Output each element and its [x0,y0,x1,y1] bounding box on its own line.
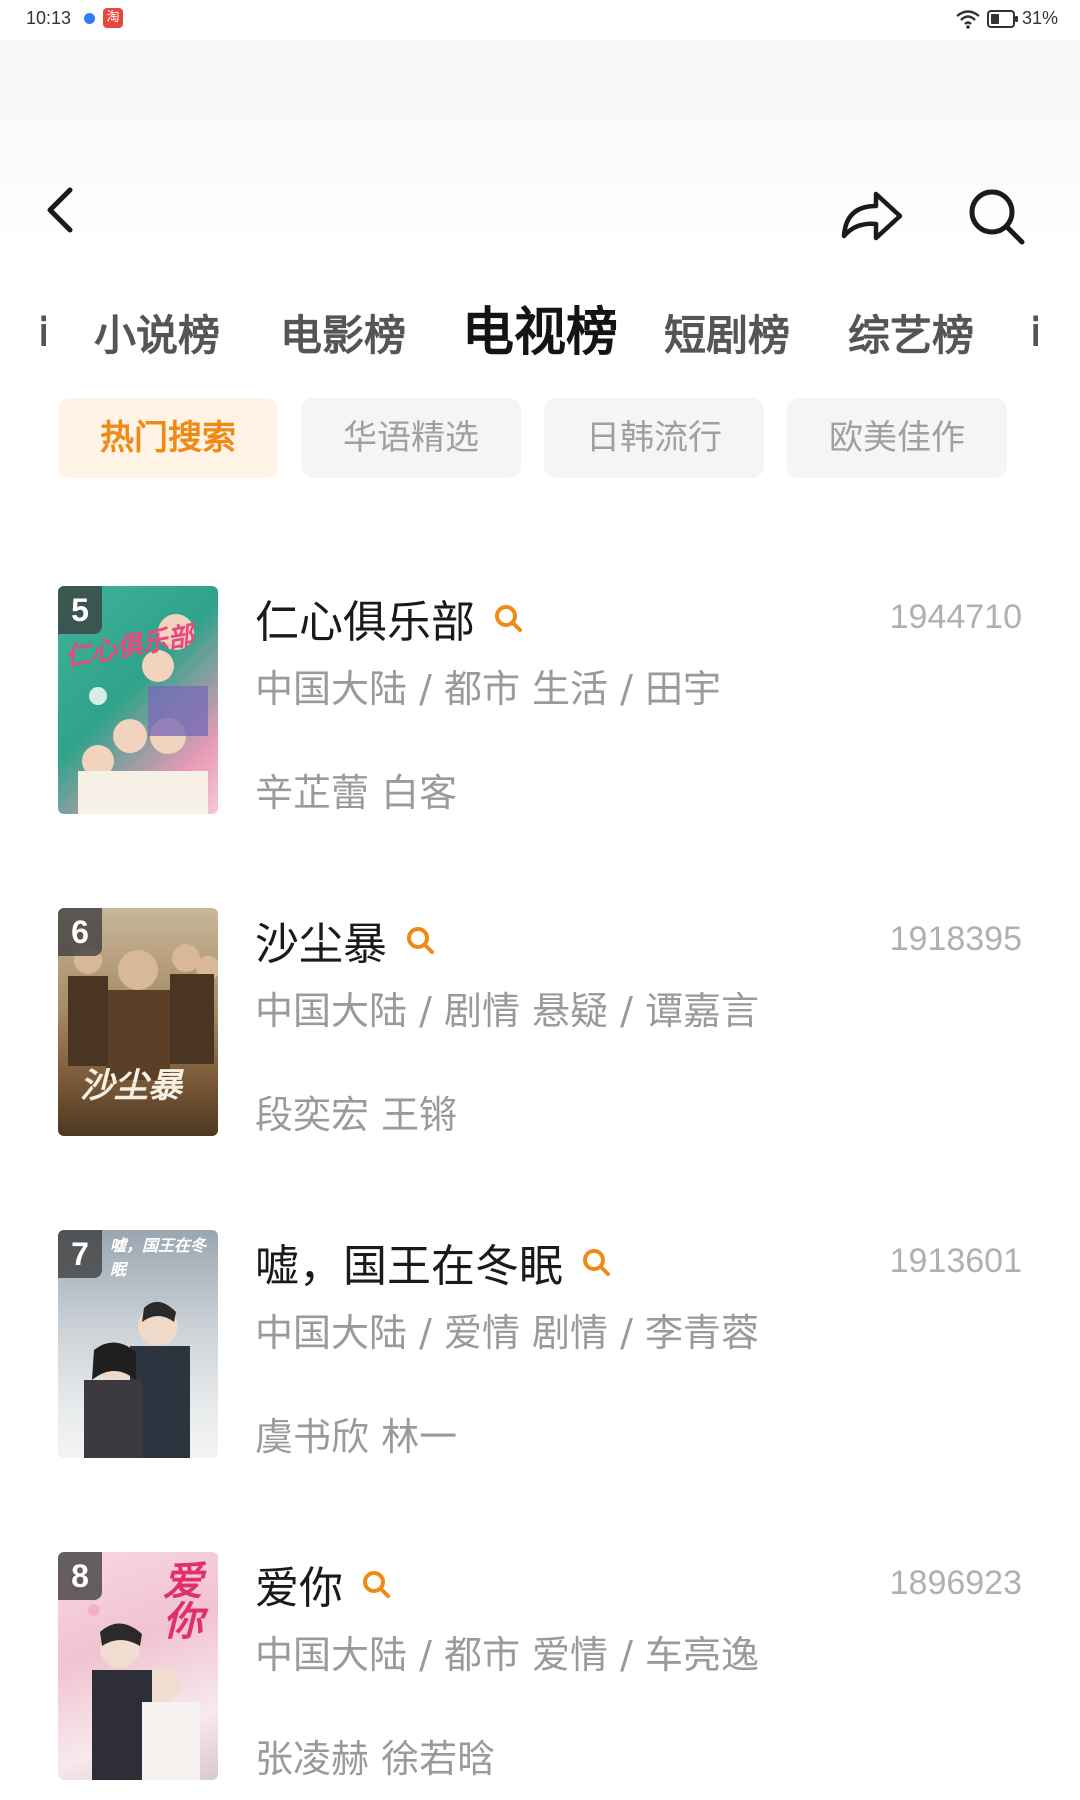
tab-short-drama[interactable]: 短剧榜 [664,302,790,363]
status-bar: 10:13 淘 31% [0,0,1080,40]
search-icon[interactable] [361,1569,391,1599]
show-meta: 中国大陆 / 剧情 悬疑 / 谭嘉言 [255,989,760,1033]
show-cast: 辛芷蕾 白客 [255,771,458,815]
show-title[interactable]: 仁心俱乐部 [255,586,475,650]
chip-western[interactable]: 欧美佳作 [787,398,1007,478]
tab-movie[interactable]: 电影榜 [280,302,406,363]
show-cast: 段奕宏 王锵 [255,1093,458,1137]
show-cast: 张凌赫 徐若晗 [255,1737,496,1781]
heat-count: 1913601 [889,1242,1022,1280]
heat-count: 1896923 [889,1564,1022,1602]
poster-image: 爱你 8 [58,1552,218,1780]
show-meta: 中国大陆 / 都市 爱情 / 车亮逸 [255,1633,760,1677]
list-item[interactable]: 嘘，国王在冬眠 7 嘘，国王在冬眠 1913601 中国大陆 / 爱情 剧情 /… [0,1230,1080,1460]
filter-chips: 热门搜索 华语精选 日韩流行 欧美佳作 [0,398,1080,478]
heat-count: 1944710 [889,598,1022,636]
show-meta: 中国大陆 / 都市 生活 / 田宇 [255,667,722,711]
list-item[interactable]: 仁心俱乐部 5 仁心俱乐部 1944710 中国大陆 / 都市 生活 / 田宇 … [0,586,1080,816]
show-title[interactable]: 爱你 [255,1552,343,1616]
show-cast: 虞书欣 林一 [255,1415,458,1459]
show-title[interactable]: 沙尘暴 [255,908,387,972]
search-icon[interactable] [493,603,523,633]
battery-icon [987,10,1018,28]
poster-image: 仁心俱乐部 5 [58,586,218,814]
notification-dot-icon [84,13,95,24]
chevron-left-icon [47,187,73,233]
poster-title-text: 嘘，国王在冬眠 [110,1236,207,1279]
tab-scroll-edge-right: ⅰ [1030,310,1038,346]
back-button[interactable] [38,180,88,240]
rank-badge: 6 [58,908,102,956]
title-row: 爱你 [255,1556,391,1614]
rank-badge: 7 [58,1230,102,1278]
list-item[interactable]: 沙尘暴 6 沙尘暴 1918395 中国大陆 / 剧情 悬疑 / 谭嘉言 段奕宏… [0,908,1080,1138]
heat-count: 1918395 [889,920,1022,958]
tab-tv[interactable]: 电视榜 [462,290,618,365]
poster-image: 嘘，国王在冬眠 7 [58,1230,218,1458]
title-row: 沙尘暴 [255,912,435,970]
search-button[interactable] [966,186,1028,246]
show-title[interactable]: 嘘，国王在冬眠 [255,1230,563,1294]
category-tabs: ⅰ 小说榜 电影榜 电视榜 短剧榜 综艺榜 ⅰ [0,290,1080,370]
header [0,40,1080,245]
show-meta: 中国大陆 / 爱情 剧情 / 李青蓉 [255,1311,760,1355]
list-item[interactable]: 爱你 8 爱你 1896923 中国大陆 / 都市 爱情 / 车亮逸 张凌赫 徐… [0,1552,1080,1782]
share-arrow-icon [841,191,903,241]
chip-chinese[interactable]: 华语精选 [301,398,521,478]
rank-badge: 5 [58,586,102,634]
poster-title-text: 沙尘暴 [80,1066,182,1106]
title-row: 仁心俱乐部 [255,590,523,648]
poster-image: 沙尘暴 6 [58,908,218,1136]
tab-variety[interactable]: 综艺榜 [848,302,974,363]
battery-percent: 31% [1022,8,1059,28]
search-icon[interactable] [581,1247,611,1277]
tab-novel[interactable]: 小说榜 [94,302,220,363]
chip-hot-search[interactable]: 热门搜索 [58,398,278,478]
title-row: 嘘，国王在冬眠 [255,1234,611,1292]
taobao-app-icon: 淘 [103,8,123,28]
status-time: 10:13 [26,8,72,28]
share-button[interactable] [836,186,906,246]
wifi-icon [956,10,980,29]
search-icon[interactable] [405,925,435,955]
chip-japan-korea[interactable]: 日韩流行 [544,398,764,478]
rank-badge: 8 [58,1552,102,1600]
search-icon [969,189,1025,245]
poster-title-text: 爱你 [156,1560,203,1640]
tab-scroll-edge-left: ⅰ [38,310,46,346]
